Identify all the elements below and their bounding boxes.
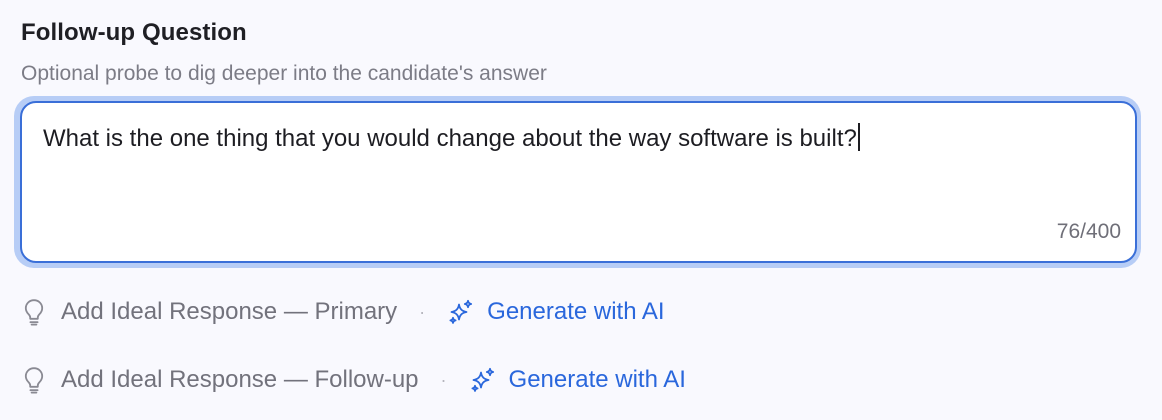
text-caret xyxy=(857,123,860,151)
follow-up-question-textarea[interactable]: What is the one thing that you would cha… xyxy=(20,101,1137,263)
add-ideal-response-follow-up-link[interactable]: Add Ideal Response — Follow-up xyxy=(61,365,419,395)
generate-with-ai-follow-up-button[interactable]: Generate with AI xyxy=(469,365,686,395)
ideal-response-follow-up-row: Add Ideal Response — Follow-up · Generat… xyxy=(21,363,686,397)
separator-dot: · xyxy=(440,370,447,390)
generate-with-ai-label: Generate with AI xyxy=(487,298,665,325)
ideal-response-primary-row: Add Ideal Response — Primary · Generate … xyxy=(21,295,665,329)
generate-with-ai-label: Generate with AI xyxy=(508,366,686,393)
textarea-value: What is the one thing that you would cha… xyxy=(43,123,860,155)
lightbulb-icon xyxy=(21,365,47,395)
separator-dot: · xyxy=(419,302,426,322)
generate-with-ai-primary-button[interactable]: Generate with AI xyxy=(447,297,665,327)
field-title: Follow-up Question xyxy=(21,19,247,46)
field-subtitle: Optional probe to dig deeper into the ca… xyxy=(21,62,547,85)
sparkle-icon xyxy=(469,366,497,394)
textarea-text: What is the one thing that you would cha… xyxy=(43,125,857,152)
lightbulb-icon xyxy=(21,297,47,327)
follow-up-question-section: Follow-up Question Optional probe to dig… xyxy=(0,0,1162,420)
sparkle-icon xyxy=(447,298,475,326)
character-counter: 76/400 xyxy=(1056,220,1121,243)
add-ideal-response-primary-link[interactable]: Add Ideal Response — Primary xyxy=(61,297,397,327)
